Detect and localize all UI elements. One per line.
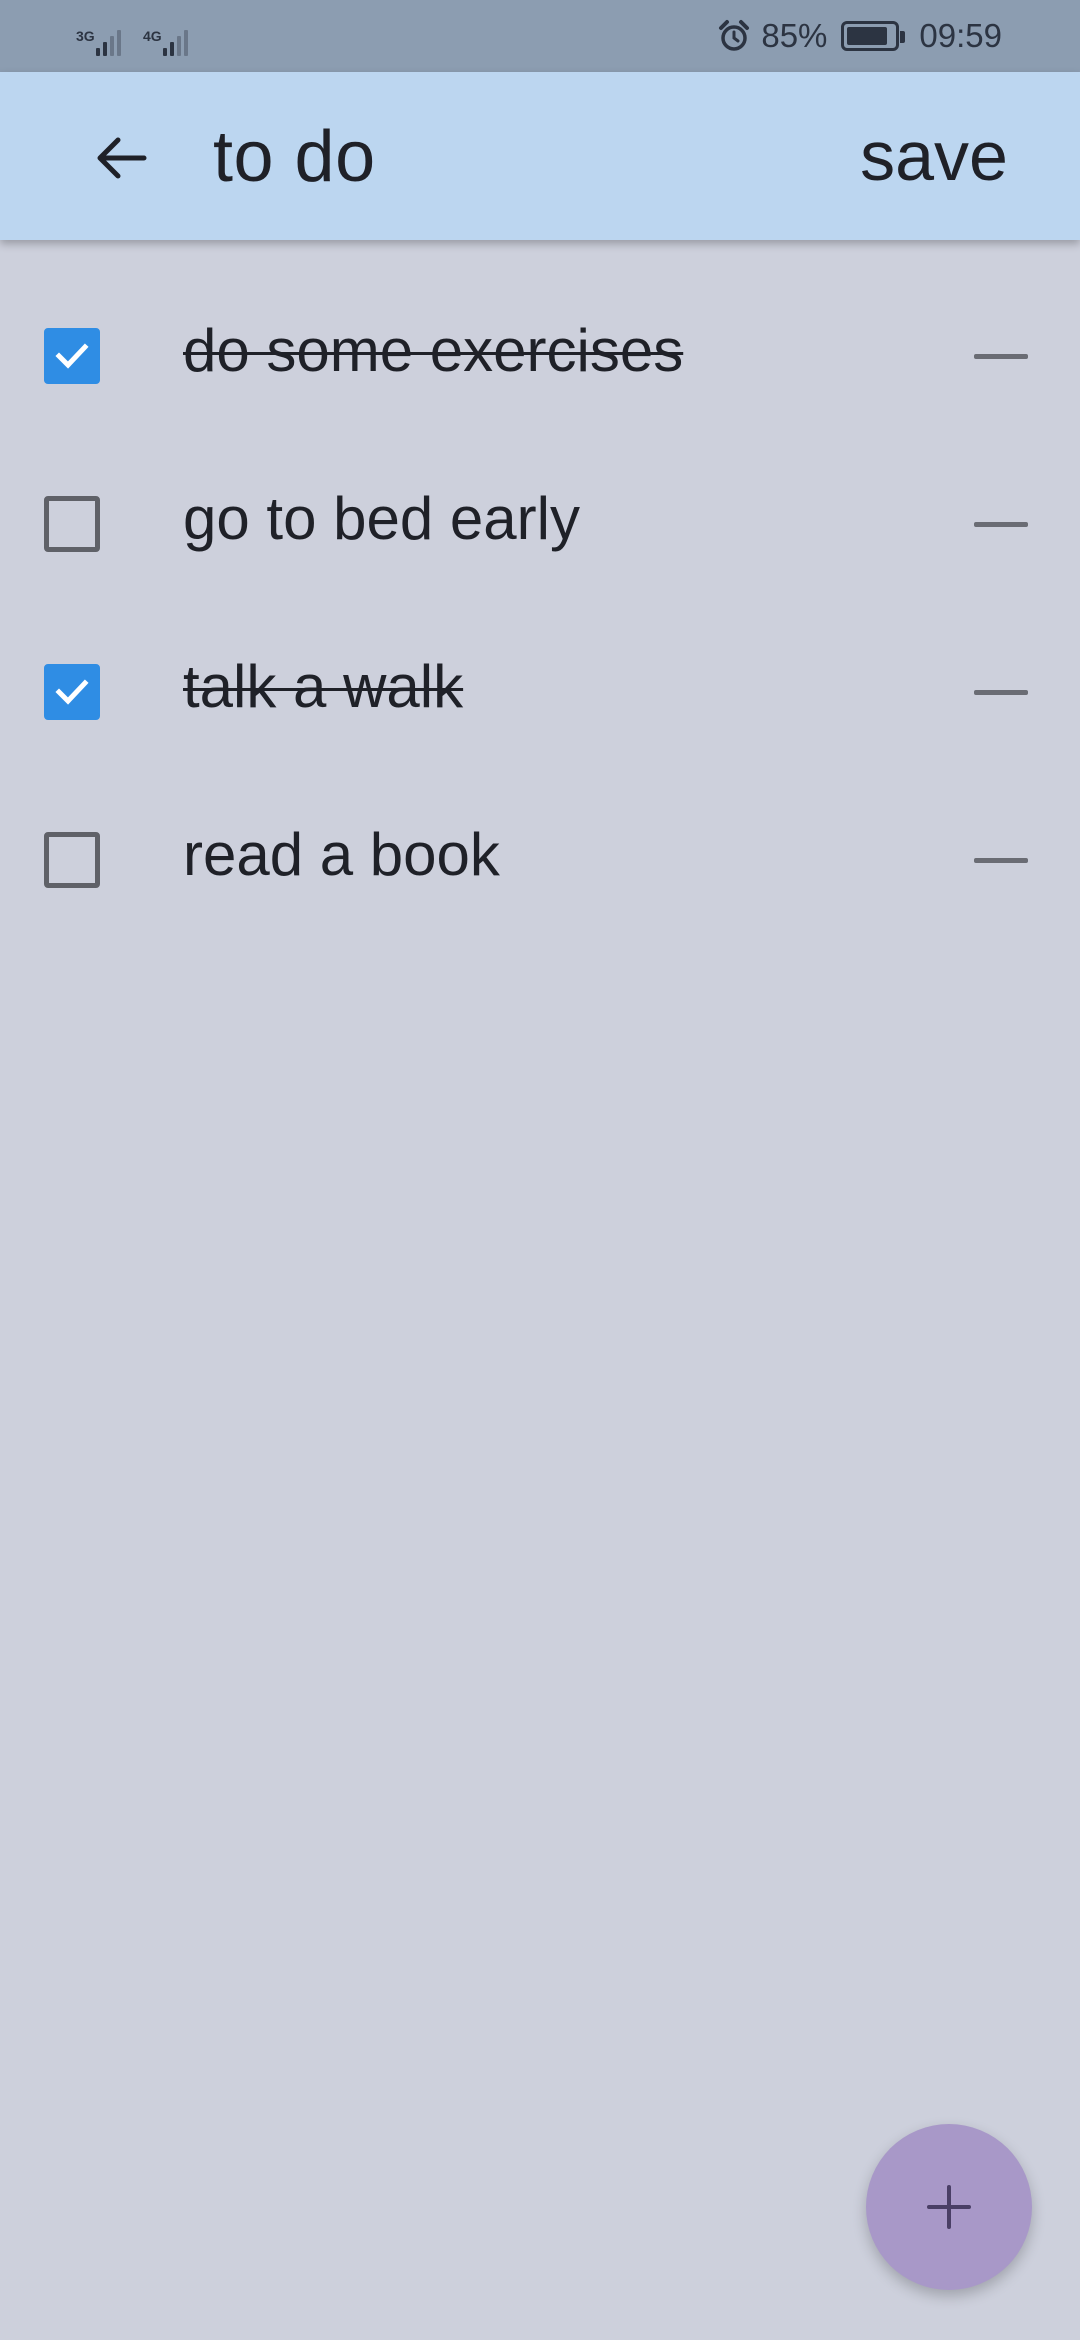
remove-item-button[interactable] <box>968 836 1034 884</box>
signal-bars-icon <box>96 30 121 56</box>
todo-text[interactable]: talk a walk <box>183 652 463 721</box>
signal-3g: 3G <box>76 28 121 56</box>
signal-indicators: 3G 4G <box>76 16 188 56</box>
alarm-icon <box>719 20 750 51</box>
todo-text[interactable]: read a book <box>183 820 500 889</box>
status-right: 85% 09:59 <box>717 17 1002 55</box>
page-title: to do <box>213 117 376 197</box>
clock: 09:59 <box>919 17 1002 54</box>
battery-fill <box>847 27 887 45</box>
todo-checkbox[interactable] <box>44 664 100 720</box>
remove-item-button[interactable] <box>968 500 1034 548</box>
signal-bars-icon <box>163 30 188 56</box>
todo-list: do some exercises go to bed early talk a… <box>0 270 1080 942</box>
todo-item: talk a walk <box>0 606 1080 774</box>
back-button[interactable] <box>78 128 162 188</box>
battery-percent: 85% <box>761 17 828 54</box>
remove-item-button[interactable] <box>968 332 1034 380</box>
remove-item-button[interactable] <box>968 668 1034 716</box>
minus-icon <box>974 353 1028 359</box>
battery-icon <box>841 21 906 51</box>
todo-text[interactable]: go to bed early <box>183 484 580 553</box>
plus-icon <box>927 2185 971 2229</box>
minus-icon <box>974 521 1028 527</box>
todo-item: read a book <box>0 774 1080 942</box>
network-type-label: 4G <box>143 28 162 44</box>
todo-item: go to bed early <box>0 438 1080 606</box>
app-bar: to do save <box>0 72 1080 240</box>
todo-checkbox[interactable] <box>44 496 100 552</box>
todo-item: do some exercises <box>0 270 1080 438</box>
checkmark-icon <box>55 343 89 369</box>
arrow-left-icon <box>97 137 147 179</box>
checkmark-icon <box>55 679 89 705</box>
minus-icon <box>974 689 1028 695</box>
status-bar: 3G 4G 85% 09:59 <box>0 0 1080 72</box>
todo-checkbox[interactable] <box>44 328 100 384</box>
signal-4g: 4G <box>143 28 188 56</box>
network-type-label: 3G <box>76 28 95 44</box>
todo-checkbox[interactable] <box>44 832 100 888</box>
save-button[interactable]: save <box>860 116 1008 196</box>
minus-icon <box>974 857 1028 863</box>
add-item-button[interactable] <box>866 2124 1032 2290</box>
todo-text[interactable]: do some exercises <box>183 316 683 385</box>
